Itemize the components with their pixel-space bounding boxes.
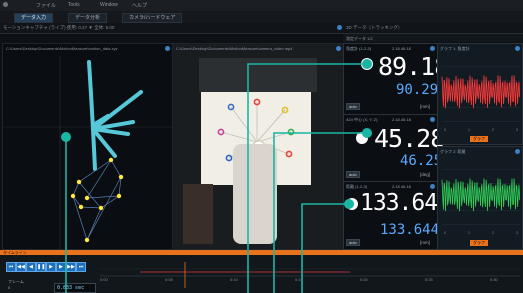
readout-3-small-value: 133.644	[380, 222, 440, 238]
graph-1-label: グラフ	[470, 136, 488, 142]
tab-data-analysis[interactable]: データ分析	[68, 13, 108, 23]
tick-2: 0:10	[230, 277, 238, 282]
readout-3-close-icon[interactable]	[430, 184, 435, 189]
timeline-header: タイムライン	[0, 250, 523, 255]
close-icon[interactable]	[337, 25, 342, 30]
readout-2-close-icon[interactable]	[430, 117, 435, 122]
graph-tick-label: 0	[444, 231, 446, 235]
tick-6: 0:30	[490, 277, 498, 282]
readout-2-timestamp: 2.18.46.18	[392, 117, 411, 122]
menu-window[interactable]: Window	[100, 2, 118, 8]
tab-data-input[interactable]: データ入力	[14, 13, 54, 23]
app-icon	[3, 2, 8, 7]
graph-2-plot: 0 1 2 3	[441, 169, 521, 235]
graph-tick-label: 1	[468, 231, 470, 235]
skip-start-icon[interactable]: ⏮	[6, 262, 16, 272]
graph-tick-label: 3	[516, 128, 518, 132]
menu-file[interactable]: ファイル	[36, 2, 56, 9]
tick-0: 0:00	[100, 277, 108, 282]
readout-3-marker	[346, 198, 358, 210]
video-hand	[233, 144, 277, 244]
tick-5: 0:25	[425, 277, 433, 282]
prev-frame-icon[interactable]: ◀	[26, 262, 36, 272]
hand-trace	[87, 60, 143, 171]
time-value: 0.833 sec	[57, 285, 85, 291]
video-close-icon[interactable]	[336, 46, 341, 51]
play-icon[interactable]: ▶	[46, 262, 56, 272]
tick-3: 0:15	[295, 277, 303, 282]
graph-1-title: グラフ 1: 角度計	[440, 46, 470, 51]
readout-2-marker	[356, 132, 368, 144]
tab-camera-hardware[interactable]: カメラ/ハードウェア	[122, 13, 183, 23]
right-subheader-bar: 測定データ 1/2	[343, 34, 523, 42]
skeleton-lines	[72, 159, 122, 241]
readout-2-small-value: 46.25	[400, 153, 443, 169]
right-subheader: 測定データ 1/2	[346, 36, 373, 41]
readout-1-close-icon[interactable]	[430, 46, 435, 51]
readout-panel-1: 角度計 (1-2-3) 2.18.46.18 89.18 90.29 auto …	[343, 43, 449, 115]
timeline-title: タイムライン	[3, 250, 27, 255]
graph-2-title: グラフ 2: 距離	[440, 149, 466, 154]
tick-1: 0:05	[165, 277, 173, 282]
graph-2-label: グラフ	[470, 240, 488, 246]
menu-help[interactable]: ヘルプ	[132, 2, 147, 9]
tick-4: 0:20	[360, 277, 368, 282]
readout-1-timestamp: 2.18.46.18	[392, 46, 411, 51]
view-header: モーションキャプチャ (ライブ) 使用: 0.27 ▼ 全体: 5.00 3D …	[0, 23, 523, 34]
readout-3-timestamp: 2.18.46.18	[392, 184, 411, 189]
video-panel-title: C:\Users\Desktop\Documents\MotionMeasure…	[176, 46, 293, 51]
graph-tick-label: 2	[492, 231, 494, 235]
timeline-ticks: 0:00 0:05 0:10 0:15 0:20 0:25 0:30	[100, 277, 520, 283]
step-forward-icon[interactable]: ▶▶	[66, 262, 76, 272]
graph-2-close-icon[interactable]	[515, 149, 520, 154]
readout-panel-2: AOI 中心 (X, Y, Z) 2.18.46.18 45.28 46.25 …	[343, 114, 445, 182]
graph-tick-label: 2	[492, 128, 494, 132]
next-frame-icon[interactable]: ▶	[56, 262, 66, 272]
readout-1-auto-button[interactable]: auto	[346, 103, 360, 110]
graph-panel-1: グラフ 1: 角度計 0 1 2 3 グラフ	[437, 43, 523, 145]
graph-tick-label: 3	[516, 231, 518, 235]
readout-1-marker	[361, 58, 373, 70]
readout-2-big-value: 45.28	[374, 124, 445, 153]
readout-2-header: AOI 中心 (X, Y, Z)	[346, 117, 378, 122]
video-background-bottom	[183, 184, 213, 244]
graph-tick-label: 1	[468, 128, 470, 132]
video-panel[interactable]: C:\Users\Desktop\Documents\MotionMeasure…	[172, 43, 344, 250]
motion-capture-panel[interactable]: C:\Users\Desktop\Documents\MotionMeasure…	[2, 43, 173, 250]
video-background-top	[199, 58, 317, 92]
readout-2-unit: [deg]	[420, 172, 431, 177]
readout-panel-3: 距離 (1-2-3) 2.18.46.18 133.644 133.644 au…	[343, 181, 451, 250]
readout-1-small-value: 90.29	[396, 82, 439, 98]
tab-bar: データ入力 データ分析 カメラ/ハードウェア	[0, 11, 523, 23]
graph-panel-2: グラフ 2: 距離 0 1 2 3 グラフ	[437, 146, 523, 250]
motion-trace-plot	[3, 56, 172, 249]
tracking-points	[70, 157, 124, 243]
left-view-header: モーションキャプチャ (ライブ) 使用: 0.27 ▼ 全体: 5.00	[3, 25, 115, 30]
right-view-header: 3D データ（トラッキング）	[346, 25, 403, 30]
time-display[interactable]: 0.833 sec	[54, 283, 96, 293]
step-back-icon[interactable]: ◀◀	[16, 262, 26, 272]
timeline-track[interactable]	[100, 258, 520, 292]
graph-1-close-icon[interactable]	[515, 46, 520, 51]
readout-1-unit: [mm]	[420, 104, 430, 109]
frame-value: 0	[8, 285, 11, 290]
skip-end-icon[interactable]: ⏭	[76, 262, 86, 272]
frame-label: フレーム	[8, 279, 24, 284]
readout-3-auto-button[interactable]: auto	[346, 239, 360, 246]
graph-1-plot: 0 1 2 3	[441, 66, 521, 132]
menu-tools[interactable]: Tools	[68, 2, 80, 8]
graph-tick-label: 0	[444, 128, 446, 132]
pause-icon[interactable]: ❚❚	[36, 262, 46, 272]
readout-2-auto-button[interactable]: auto	[346, 171, 360, 178]
readout-3-unit: [mm]	[420, 240, 430, 245]
readout-1-header: 角度計 (1-2-3)	[346, 46, 372, 51]
